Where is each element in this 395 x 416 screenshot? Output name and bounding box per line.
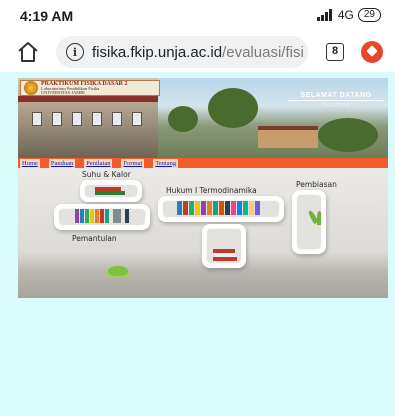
book — [95, 191, 125, 195]
book — [90, 209, 94, 223]
book — [219, 201, 224, 215]
label-pemantulan[interactable]: Pemantulan — [72, 234, 117, 243]
network-type: 4G — [337, 8, 354, 22]
book — [85, 209, 89, 223]
label-suhu-kalor[interactable]: Suhu & Kalor — [82, 170, 131, 179]
book — [231, 201, 236, 215]
book — [105, 209, 109, 223]
book — [237, 201, 242, 215]
nav-format[interactable]: Format — [121, 158, 145, 168]
experiment-shelf-menu: Suhu & Kalor Pemantulan Hukum I Termodin… — [18, 168, 388, 298]
status-time: 4:19 AM — [20, 8, 74, 24]
banner-tree — [168, 106, 198, 132]
book — [95, 209, 99, 223]
nav-tentang[interactable]: Tentang — [153, 158, 179, 168]
battery-icon: 29 — [357, 8, 381, 22]
book — [207, 201, 212, 215]
banner-building — [258, 126, 318, 148]
browser-toolbar: i fisika.fkip.unja.ac.id/evaluasi/fisi 8 — [0, 32, 395, 72]
book — [113, 209, 121, 223]
tab-switcher-button[interactable]: 8 — [326, 43, 344, 61]
home-icon[interactable] — [16, 40, 40, 64]
vase-icon — [104, 264, 132, 277]
book — [75, 209, 79, 223]
banner-tree — [208, 88, 258, 128]
label-hukum-termodinamika[interactable]: Hukum I Termodinamika — [166, 186, 257, 195]
book — [213, 201, 218, 215]
battery-level: 29 — [363, 9, 375, 20]
extension-icon[interactable] — [361, 41, 383, 63]
status-bar: 4:19 AM 4G 29 — [0, 0, 395, 32]
book — [195, 201, 200, 215]
status-indicators: 4G 29 — [316, 8, 381, 22]
site-nav: Home Panduan Penilaian Format Tentang — [18, 158, 388, 168]
shelf-pembiasan[interactable] — [292, 190, 326, 254]
book — [243, 201, 248, 215]
book — [255, 201, 260, 215]
plant-icon — [307, 209, 321, 231]
nav-home[interactable]: Home — [20, 158, 40, 168]
info-icon[interactable]: i — [66, 43, 84, 61]
shelf-hukum-termodinamika[interactable] — [158, 196, 284, 222]
shelf-pemantulan[interactable] — [54, 204, 150, 230]
book — [183, 201, 188, 215]
welcome-subtitle: Pengunjung — [322, 102, 350, 108]
signal-icon — [316, 9, 332, 21]
web-page: PRAKTIKUM FISIKA DASAR 2 Laboratorium Pe… — [0, 72, 395, 416]
site-logo[interactable]: PRAKTIKUM FISIKA DASAR 2 Laboratorium Pe… — [20, 80, 160, 96]
tab-count: 8 — [331, 45, 339, 57]
shelf-lower-books — [202, 224, 246, 268]
book — [225, 201, 230, 215]
url-bar[interactable]: i fisika.fkip.unja.ac.id/evaluasi/fisi — [56, 36, 308, 68]
url-host: fisika.fkip.unja.ac.id — [92, 43, 223, 61]
welcome-title: SELAMAT DATANG — [288, 92, 384, 101]
url-path: /evaluasi/fisi — [222, 43, 304, 61]
site-university: UNIVERSITAS JAMBI — [41, 90, 85, 95]
university-logo-icon — [24, 81, 38, 95]
nav-panduan[interactable]: Panduan — [48, 158, 76, 168]
book — [213, 257, 237, 261]
book — [201, 201, 206, 215]
banner-tree — [318, 118, 378, 152]
book — [177, 201, 182, 215]
shelf-suhu-kalor[interactable] — [80, 180, 142, 202]
book — [189, 201, 194, 215]
label-pembiasan[interactable]: Pembiasan — [296, 180, 337, 189]
nav-penilaian[interactable]: Penilaian — [84, 158, 113, 168]
book — [100, 209, 104, 223]
book — [249, 201, 254, 215]
book — [125, 209, 129, 223]
site-banner: PRAKTIKUM FISIKA DASAR 2 Laboratorium Pe… — [18, 78, 388, 158]
book — [80, 209, 84, 223]
welcome-message: SELAMAT DATANG Pengunjung — [288, 92, 384, 108]
